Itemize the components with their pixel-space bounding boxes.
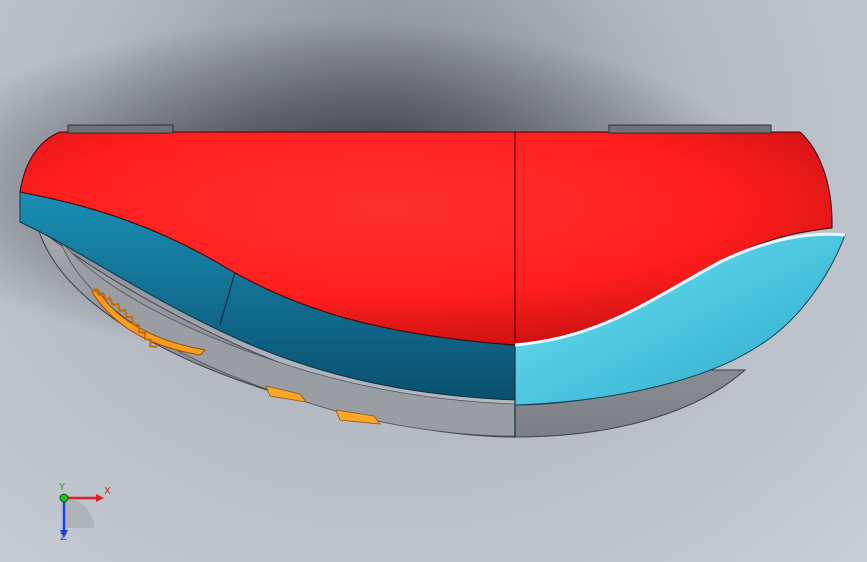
axis-label-y: Y <box>59 482 66 493</box>
mount-pad-right[interactable] <box>608 124 772 134</box>
graphics-viewport[interactable]: X Y Z <box>0 0 867 562</box>
axis-label-x: X <box>104 486 111 497</box>
mount-pad-left[interactable] <box>67 124 174 134</box>
cad-model-view[interactable] <box>0 0 867 562</box>
axis-triad: X Y Z <box>46 480 116 545</box>
axis-label-z: Z <box>60 532 67 543</box>
